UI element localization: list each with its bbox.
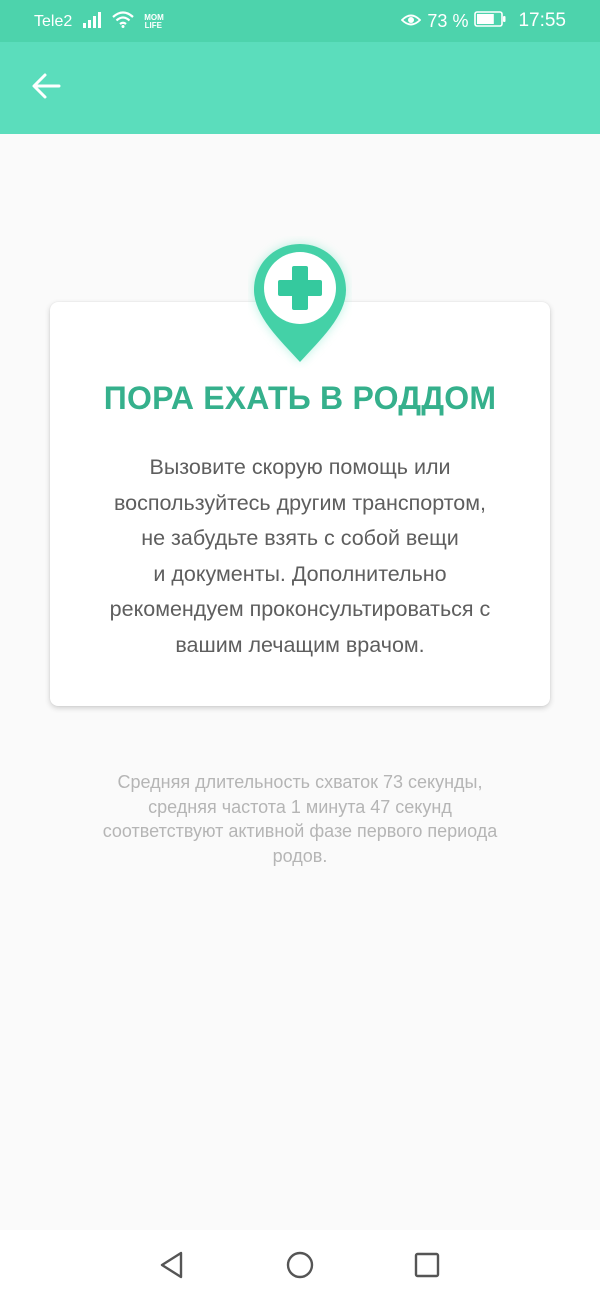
card-text-line: не забудьте взять с собой вещи — [141, 526, 459, 550]
card-text-line: и документы. Дополнительно — [153, 561, 447, 586]
nav-recents-button[interactable] — [412, 1250, 442, 1280]
back-button[interactable] — [22, 64, 70, 112]
app-bar — [0, 42, 600, 134]
card-text-line: рекомендуем проконсультироваться с — [109, 597, 491, 621]
medical-location-pin-icon — [248, 236, 352, 370]
carrier-name: Tele2 — [34, 13, 73, 30]
card-text-line: воспользуйтесь другим транспортом, — [113, 490, 487, 515]
momlife-badge-icon: MOM LIFE — [144, 14, 164, 30]
battery-icon — [474, 10, 506, 32]
status-right: 73 % 17:55 — [401, 10, 566, 32]
system-nav-bar — [0, 1230, 600, 1299]
info-line: родов. — [272, 845, 328, 866]
status-bar: Tele2 MOM LIFE 73 % 17:55 — [0, 0, 600, 42]
arrow-left-icon — [31, 72, 61, 105]
signal-icon — [82, 11, 102, 33]
wifi-icon — [112, 11, 134, 33]
card-title: ПОРА ЕХАТЬ В РОДДОМ — [103, 380, 497, 416]
nav-back-button[interactable] — [157, 1250, 187, 1280]
square-recents-icon — [412, 1252, 442, 1284]
info-line: Средняя длительность схваток 73 секунды, — [117, 772, 483, 792]
nav-home-button[interactable] — [285, 1250, 315, 1280]
card-text-line: вашим лечащим врачом. — [175, 632, 425, 657]
status-left: Tele2 MOM LIFE — [34, 11, 164, 33]
badge-line2: LIFE — [144, 21, 162, 30]
info-line: средняя частота 1 минута 47 секунд — [148, 796, 452, 817]
card-text-line: Вызовите скорую помощь или — [149, 455, 451, 479]
triangle-back-icon — [157, 1251, 187, 1284]
clock: 17:55 — [518, 10, 566, 31]
info-line: соответствуют активной фазе первого пери… — [102, 821, 498, 841]
contraction-info: Средняя длительность схваток 73 секунды,… — [60, 770, 540, 868]
battery-percent: 73 % — [427, 10, 469, 31]
circle-home-icon — [285, 1251, 315, 1284]
card-text: Вызовите скорую помощь или воспользуйтес… — [80, 450, 520, 663]
eye-icon — [401, 11, 422, 32]
screen: Tele2 MOM LIFE 73 % 17:55 ПОРА ЕХАТЬ В Р… — [0, 0, 600, 1299]
